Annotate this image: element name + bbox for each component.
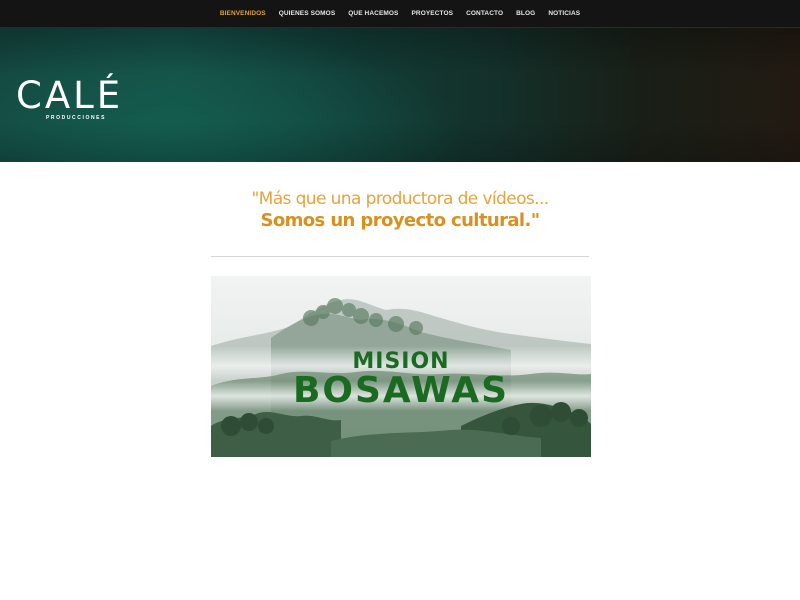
- top-navigation-bar: BIENVENIDOS QUIENES SOMOS QUE HACEMOS PROYE…: [0, 0, 800, 28]
- tagline-line-1: "Más que una productora de vídeos...: [251, 189, 549, 209]
- nav-item-noticias[interactable]: NOTICIAS: [548, 10, 580, 17]
- nav-menu: BIENVENIDOS QUIENES SOMOS QUE HACEMOS PROYE…: [0, 0, 800, 27]
- brand-logo-wordmark: CALÉ: [16, 74, 124, 117]
- misty-rainforest-illustration: MISION BOSAWAS: [211, 276, 591, 457]
- hero-banner: CALÉ PRODUCCIONES: [0, 28, 800, 162]
- tagline: "Más que una productora de vídeos... Som…: [0, 188, 800, 232]
- nav-item-proyectos[interactable]: PROYECTOS: [411, 10, 453, 17]
- nav-item-blog[interactable]: BLOG: [516, 10, 535, 17]
- tagline-line-2: Somos un proyecto cultural.": [260, 210, 541, 231]
- brand-logo-subtitle: PRODUCCIONES: [46, 115, 107, 121]
- nav-item-contacto[interactable]: CONTACTO: [466, 10, 503, 17]
- nav-item-bienvenidos[interactable]: BIENVENIDOS: [220, 10, 266, 17]
- feature-title-bottom: BOSAWAS: [293, 370, 509, 411]
- brand-logo[interactable]: CALÉ PRODUCCIONES: [16, 77, 146, 121]
- section-divider: [211, 256, 589, 257]
- feature-image-mision-bosawas[interactable]: MISION BOSAWAS: [211, 276, 591, 457]
- nav-item-que-hacemos[interactable]: QUE HACEMOS: [348, 10, 398, 17]
- nav-item-quienes-somos[interactable]: QUIENES SOMOS: [279, 10, 336, 17]
